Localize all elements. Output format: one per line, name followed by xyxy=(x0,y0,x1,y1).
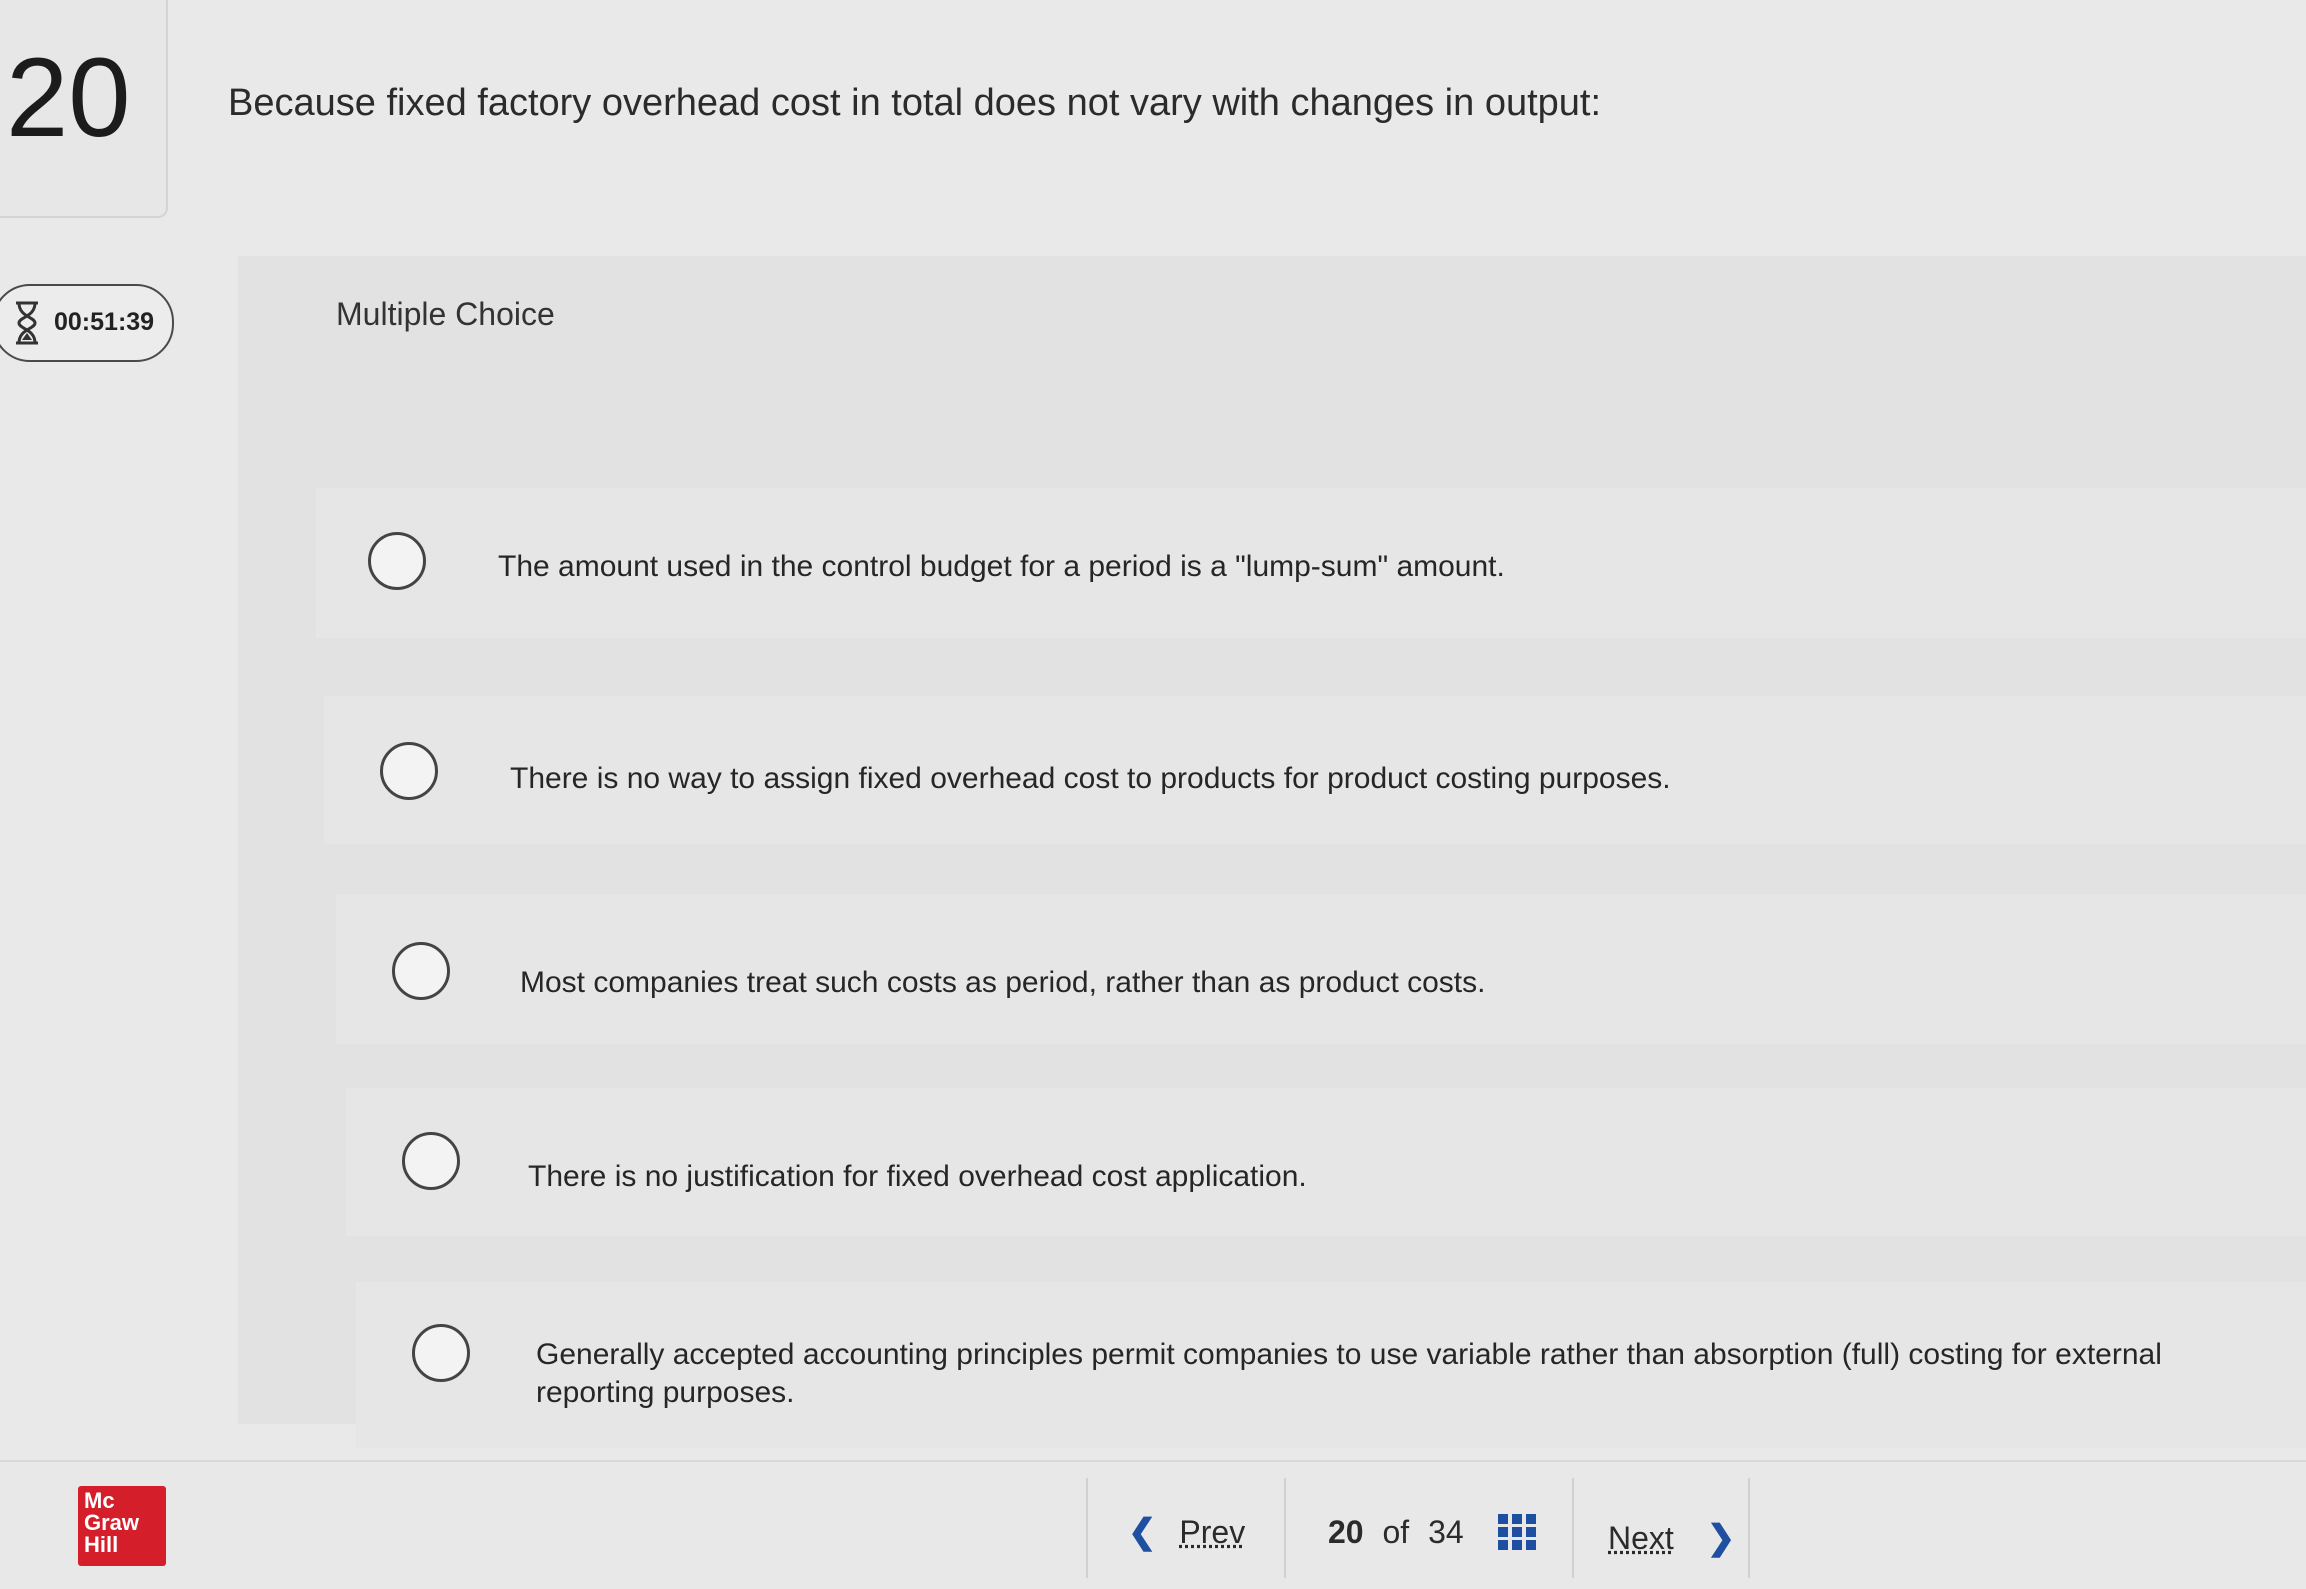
choice-option[interactable]: The amount used in the control budget fo… xyxy=(316,488,2306,638)
choice-radio[interactable] xyxy=(402,1132,460,1190)
choice-radio[interactable] xyxy=(392,942,450,1000)
question-number: 20 xyxy=(6,35,131,160)
choice-text: Generally accepted accounting principles… xyxy=(536,1338,2162,1409)
timer[interactable]: 00:51:39 xyxy=(0,284,174,362)
next-button[interactable]: Next ❯ xyxy=(1608,1518,1735,1558)
choice-text: The amount used in the control budget fo… xyxy=(498,550,1505,583)
chevron-left-icon: ❮ xyxy=(1128,1513,1157,1551)
total-pages: 34 xyxy=(1428,1514,1464,1550)
prev-label: Prev xyxy=(1179,1514,1246,1550)
question-type-label: Multiple Choice xyxy=(336,296,555,332)
choice-option[interactable]: Most companies treat such costs as perio… xyxy=(336,894,2306,1044)
choice-text: There is no justification for fixed over… xyxy=(528,1160,1307,1193)
nav-divider xyxy=(1572,1478,1574,1578)
choice-option[interactable]: There is no way to assign fixed overhead… xyxy=(324,696,2306,844)
logo-line: Hill xyxy=(84,1532,119,1557)
current-page: 20 xyxy=(1328,1514,1364,1550)
of-label: of xyxy=(1382,1514,1410,1550)
choice-text: There is no way to assign fixed overhead… xyxy=(510,762,1671,795)
choice-option[interactable]: There is no justification for fixed over… xyxy=(346,1088,2306,1236)
question-navigation: ❮ Prev 20 of 34 Next ❯ xyxy=(1086,1478,1750,1578)
question-number-box: 20 xyxy=(0,0,168,218)
question-prompt: Because fixed factory overhead cost in t… xyxy=(228,82,1602,124)
logo-line: Graw xyxy=(84,1510,140,1535)
timer-value: 00:51:39 xyxy=(54,308,155,336)
next-label: Next xyxy=(1608,1520,1674,1556)
choice-radio[interactable] xyxy=(380,742,438,800)
choice-radio[interactable] xyxy=(412,1324,470,1382)
choice-text: Most companies treat such costs as perio… xyxy=(520,966,1486,999)
nav-divider xyxy=(1284,1478,1286,1578)
chevron-right-icon: ❯ xyxy=(1706,1519,1736,1557)
page-indicator: 20 of 34 xyxy=(1328,1514,1464,1551)
hourglass-icon xyxy=(16,301,38,345)
mcgraw-hill-logo: Mc Graw Hill xyxy=(78,1486,166,1566)
logo-line: Mc xyxy=(84,1488,115,1513)
prev-button[interactable]: ❮ Prev xyxy=(1128,1512,1245,1552)
question-grid-icon[interactable] xyxy=(1498,1514,1536,1550)
choice-option[interactable]: Generally accepted accounting principles… xyxy=(356,1282,2306,1448)
choice-radio[interactable] xyxy=(368,532,426,590)
